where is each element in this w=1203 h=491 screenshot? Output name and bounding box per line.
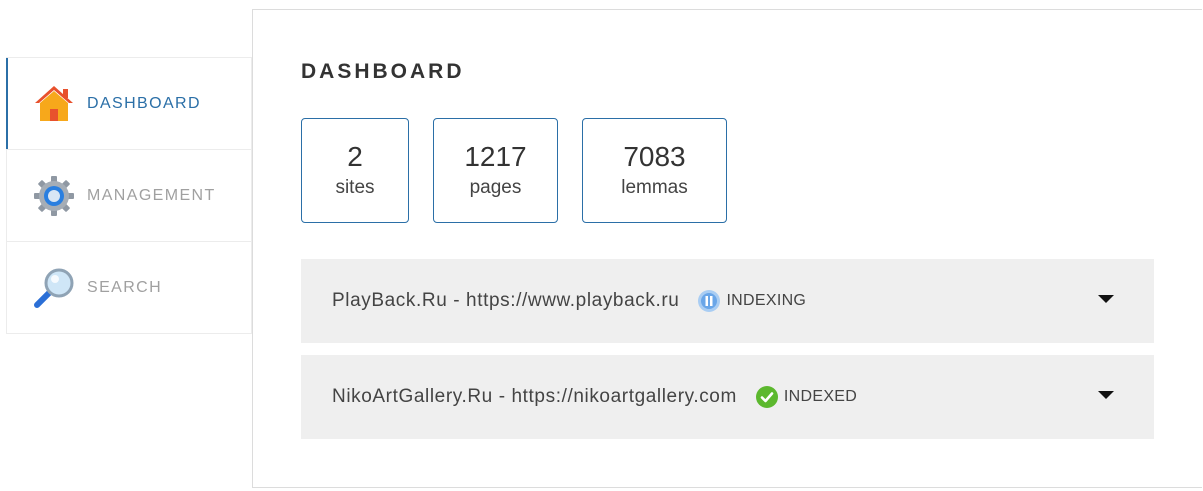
sidebar-item-label: DASHBOARD xyxy=(87,94,201,112)
magnifier-icon xyxy=(32,266,76,310)
status-label: INDEXED xyxy=(783,388,858,405)
pause-icon xyxy=(697,289,721,313)
site-title: PlayBack.Ru - https://www.playback.ru xyxy=(332,290,680,311)
stat-card-sites: 2 sites xyxy=(301,118,409,223)
home-icon xyxy=(32,82,76,126)
stat-label: sites xyxy=(335,176,375,198)
stat-card-lemmas: 7083 lemmas xyxy=(582,118,727,223)
chevron-down-icon[interactable] xyxy=(1098,391,1114,399)
status-label: INDEXING xyxy=(726,292,807,309)
stat-label: lemmas xyxy=(621,176,688,198)
stat-value: 7083 xyxy=(623,140,686,172)
status-badge: INDEXING xyxy=(697,289,806,313)
sidebar: DASHBOARD MANAGEMENT SEARCH xyxy=(6,57,252,334)
check-icon xyxy=(755,385,779,409)
stat-card-pages: 1217 pages xyxy=(433,118,558,223)
chevron-down-icon[interactable] xyxy=(1098,295,1114,303)
site-row[interactable]: NikoArtGallery.Ru - https://nikoartgalle… xyxy=(301,355,1154,439)
stat-label: pages xyxy=(469,176,522,198)
sidebar-item-management[interactable]: MANAGEMENT xyxy=(7,150,251,242)
status-badge: INDEXED xyxy=(755,385,857,409)
sidebar-item-label: SEARCH xyxy=(87,279,163,296)
sidebar-item-dashboard[interactable]: DASHBOARD xyxy=(6,58,251,150)
gear-icon xyxy=(32,174,76,218)
page-title: DASHBOARD xyxy=(301,60,465,83)
main-panel: DASHBOARD 2 sites 1217 pages 7083 lemmas… xyxy=(252,9,1202,488)
site-title: NikoArtGallery.Ru - https://nikoartgalle… xyxy=(332,386,737,407)
stat-value: 1217 xyxy=(464,140,527,172)
site-row[interactable]: PlayBack.Ru - https://www.playback.ru IN… xyxy=(301,259,1154,343)
sidebar-item-label: MANAGEMENT xyxy=(87,186,216,204)
stat-value: 2 xyxy=(347,140,363,172)
sidebar-item-search[interactable]: SEARCH xyxy=(7,242,251,334)
